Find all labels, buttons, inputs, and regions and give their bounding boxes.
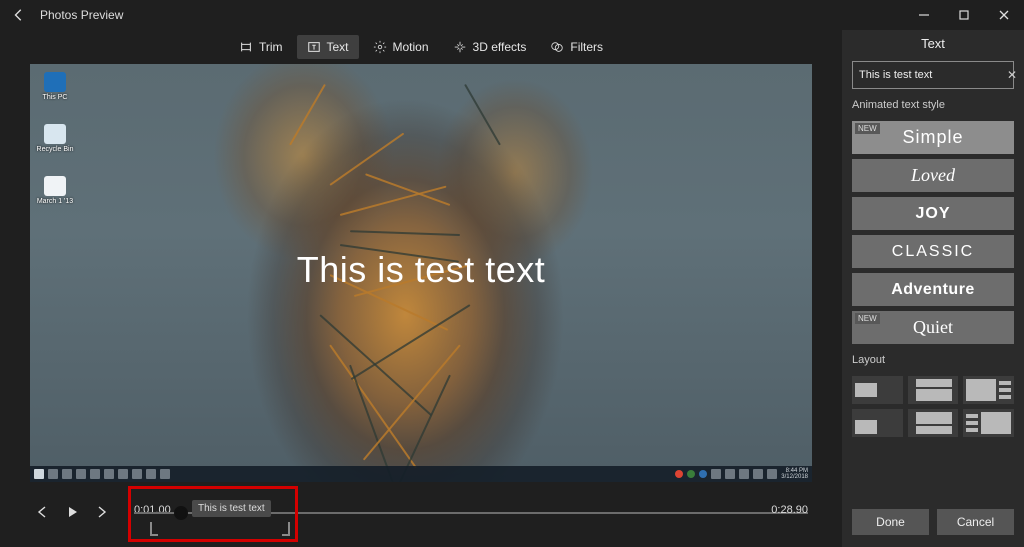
style-section-label: Animated text style xyxy=(852,99,1014,111)
motion-button[interactable]: Motion xyxy=(363,35,439,59)
cancel-button[interactable]: Cancel xyxy=(937,509,1014,535)
layout-bottom[interactable] xyxy=(908,409,959,437)
layout-bottom-left[interactable] xyxy=(852,409,903,437)
text-button[interactable]: Text xyxy=(297,35,359,59)
filters-icon xyxy=(550,40,564,54)
done-button[interactable]: Done xyxy=(852,509,929,535)
sparkle-icon xyxy=(453,40,467,54)
maximize-button[interactable] xyxy=(944,0,984,30)
style-loved-label: Loved xyxy=(911,165,955,186)
overlay-text: This is test text xyxy=(30,249,812,291)
new-badge: NEW xyxy=(855,123,880,134)
screenshot-taskbar: 8:44 PM 3/12/2018 xyxy=(30,466,812,482)
desktop-icons: This PC Recycle Bin March 1 '13 xyxy=(38,72,88,228)
text-icon xyxy=(307,40,321,54)
back-button[interactable] xyxy=(8,4,30,26)
trim-button[interactable]: Trim xyxy=(229,35,293,59)
time-current: 0:01.00 xyxy=(134,504,171,516)
3d-effects-button[interactable]: 3D effects xyxy=(443,35,537,59)
minimize-button[interactable] xyxy=(904,0,944,30)
style-quiet[interactable]: NEW Quiet xyxy=(852,311,1014,344)
filters-label: Filters xyxy=(570,40,603,54)
text-label: Text xyxy=(327,40,349,54)
filters-button[interactable]: Filters xyxy=(540,35,613,59)
editor-toolbar: Trim Text Motion 3D effects Filters xyxy=(0,30,842,64)
text-range-handles[interactable] xyxy=(150,522,290,536)
desktop-icon-recycle: Recycle Bin xyxy=(38,124,72,158)
motion-label: Motion xyxy=(393,40,429,54)
motion-icon xyxy=(373,40,387,54)
desktop-icon-thispc: This PC xyxy=(38,72,72,106)
clear-text-button[interactable]: ✕ xyxy=(1001,68,1017,82)
play-button[interactable] xyxy=(64,504,80,520)
style-adventure[interactable]: Adventure xyxy=(852,273,1014,306)
text-side-panel: Text ✕ Animated text style NEW Simple Lo… xyxy=(842,30,1024,547)
next-frame-button[interactable] xyxy=(94,504,110,520)
layout-right-lines[interactable] xyxy=(963,376,1014,404)
layout-top[interactable] xyxy=(908,376,959,404)
timeline-thumb-label: This is test text xyxy=(192,500,271,517)
3d-effects-label: 3D effects xyxy=(473,40,527,54)
prev-frame-button[interactable] xyxy=(34,504,50,520)
layout-left-lines[interactable] xyxy=(963,409,1014,437)
layout-left[interactable] xyxy=(852,376,903,404)
playback-controls: 0:01.00 0:28.90 This is test text xyxy=(0,482,842,546)
start-icon xyxy=(34,469,44,479)
taskbar-date: 3/12/2018 xyxy=(781,474,808,480)
style-joy[interactable]: JOY xyxy=(852,197,1014,230)
text-input[interactable] xyxy=(859,69,1001,81)
style-quiet-label: Quiet xyxy=(913,317,953,338)
scrub-handle[interactable] xyxy=(174,506,188,520)
layout-section-label: Layout xyxy=(852,354,1014,366)
trim-icon xyxy=(239,40,253,54)
video-preview[interactable]: This PC Recycle Bin March 1 '13 This is … xyxy=(30,64,812,482)
style-joy-label: JOY xyxy=(915,205,950,223)
trim-label: Trim xyxy=(259,40,283,54)
panel-title: Text xyxy=(852,36,1014,51)
time-total: 0:28.90 xyxy=(771,504,808,516)
app-title: Photos Preview xyxy=(40,8,123,22)
style-loved[interactable]: Loved xyxy=(852,159,1014,192)
style-classic[interactable]: CLASSIC xyxy=(852,235,1014,268)
style-classic-label: CLASSIC xyxy=(892,243,974,261)
style-adventure-label: Adventure xyxy=(891,281,975,299)
text-input-wrap: ✕ xyxy=(852,61,1014,89)
new-badge: NEW xyxy=(855,313,880,324)
style-simple[interactable]: NEW Simple xyxy=(852,121,1014,154)
layout-grid xyxy=(852,376,1014,437)
style-simple-label: Simple xyxy=(902,127,963,148)
close-button[interactable] xyxy=(984,0,1024,30)
desktop-icon-folder: March 1 '13 xyxy=(38,176,72,210)
